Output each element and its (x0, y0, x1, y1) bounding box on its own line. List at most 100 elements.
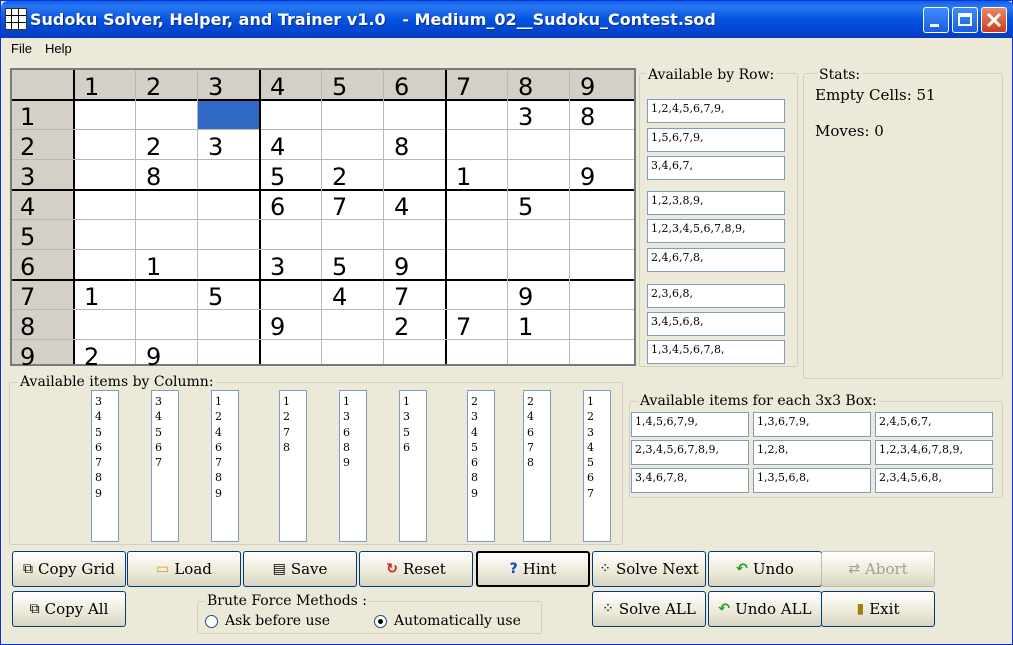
column-header: 7 (456, 73, 472, 101)
available-by-column-label: Available items by Column: (18, 374, 216, 390)
box-available-field[interactable]: 1,4,5,6,7,9, (631, 412, 749, 437)
box-available-field[interactable]: 2,4,5,6,7, (875, 412, 993, 437)
reset-button[interactable]: ↻ Reset (359, 551, 473, 587)
close-icon[interactable] (981, 7, 1007, 33)
column-header: 6 (394, 73, 410, 101)
grid-cell[interactable]: 9 (146, 342, 161, 372)
grid-cell[interactable]: 5 (208, 282, 223, 312)
selected-cell[interactable] (198, 100, 260, 130)
column-available-list[interactable]: 1246789 (211, 390, 239, 542)
grid-cell[interactable]: 9 (518, 282, 533, 312)
automatically-use-radio[interactable]: Automatically use (374, 613, 521, 629)
grid-cell[interactable]: 8 (394, 132, 409, 162)
solve-next-button[interactable]: ⁘ Solve Next (592, 551, 706, 587)
box-available-field[interactable]: 1,3,6,7,9, (753, 412, 871, 437)
grid-cell[interactable]: 4 (270, 132, 285, 162)
column-available-list[interactable]: 34567 (151, 390, 179, 542)
grid-line (569, 70, 570, 364)
column-available-list[interactable]: 1278 (279, 390, 307, 542)
grid-cell[interactable]: 3 (270, 252, 285, 282)
column-available-list[interactable]: 24678 (523, 390, 551, 542)
grid-cell[interactable]: 3 (208, 132, 223, 162)
maximize-icon[interactable] (952, 7, 978, 33)
row-available-field[interactable]: 2,4,6,7,8, (647, 248, 785, 272)
minimize-icon[interactable] (923, 7, 949, 33)
undo-button[interactable]: ↶ Undo (708, 551, 822, 587)
grid-cell[interactable]: 5 (518, 192, 533, 222)
grid-cell[interactable]: 3 (518, 102, 533, 132)
grid-line (12, 189, 634, 191)
grid-cell[interactable]: 7 (332, 192, 347, 222)
title-bar[interactable]: Sudoku Solver, Helper, and Trainer v1.0 … (1, 1, 1013, 38)
grid-cell[interactable]: 7 (456, 312, 471, 342)
box-available-field[interactable]: 1,2,3,4,6,7,8,9, (875, 440, 993, 465)
row-available-field[interactable]: 3,4,5,6,8, (647, 312, 785, 336)
grid-line (135, 70, 136, 364)
grid-cell[interactable]: 2 (146, 132, 161, 162)
grid-cell[interactable]: 7 (394, 282, 409, 312)
grid-cell[interactable]: 5 (270, 162, 285, 192)
menu-help[interactable]: Help (45, 41, 72, 56)
save-button[interactable]: ▤ Save (243, 551, 357, 587)
ask-before-use-radio[interactable]: Ask before use (205, 613, 330, 629)
row-header: 3 (20, 163, 36, 191)
column-available-list[interactable]: 3456789 (91, 390, 119, 542)
grid-cell[interactable]: 1 (146, 252, 161, 282)
grid-cell[interactable]: 4 (332, 282, 347, 312)
solve-all-button[interactable]: ⁘ Solve ALL (592, 591, 706, 627)
grid-cell[interactable]: 2 (332, 162, 347, 192)
open-folder-icon: ▭ (156, 561, 170, 577)
abort-button[interactable]: ⇄ Abort (821, 551, 935, 587)
grid-line (383, 70, 384, 364)
grid-cell[interactable]: 8 (580, 102, 595, 132)
copy-all-button[interactable]: ⧉ Copy All (12, 591, 126, 627)
ask-before-use-label: Ask before use (225, 613, 330, 629)
menu-bar: File Help (1, 38, 1012, 60)
grid-cell[interactable]: 9 (394, 252, 409, 282)
row-available-field[interactable]: 1,3,4,5,6,7,8, (647, 340, 785, 364)
hint-button[interactable]: ? Hint (476, 551, 590, 587)
grid-cell[interactable]: 1 (518, 312, 533, 342)
grid-cell[interactable]: 8 (146, 162, 161, 192)
grid-cell[interactable]: 2 (394, 312, 409, 342)
box-available-field[interactable]: 1,2,8, (753, 440, 871, 465)
box-available-field[interactable]: 2,3,4,5,6,7,8,9, (631, 440, 749, 465)
grid-cell[interactable]: 1 (456, 162, 471, 192)
window-title: Sudoku Solver, Helper, and Trainer v1.0 … (30, 10, 716, 29)
box-available-field[interactable]: 3,4,6,7,8, (631, 468, 749, 493)
grid-cell[interactable]: 6 (270, 192, 285, 222)
row-available-field[interactable]: 3,4,6,7, (647, 156, 785, 180)
grid-line (445, 70, 447, 364)
grid-cell[interactable]: 5 (332, 252, 347, 282)
radio-checked-icon (374, 614, 387, 628)
column-available-list[interactable]: 13689 (339, 390, 367, 542)
row-available-field[interactable]: 1,2,3,4,5,6,7,8,9, (647, 219, 785, 243)
sudoku-app-icon (5, 8, 27, 30)
load-button[interactable]: ▭ Load (127, 551, 241, 587)
exit-label: Exit (869, 600, 900, 618)
grid-cell[interactable]: 9 (270, 312, 285, 342)
copy-grid-button[interactable]: ⧉ Copy Grid (12, 551, 126, 587)
row-available-field[interactable]: 2,3,6,8, (647, 284, 785, 308)
box-available-field[interactable]: 1,3,5,6,8, (753, 468, 871, 493)
grid-cell[interactable]: 9 (580, 162, 595, 192)
grid-cell[interactable]: 1 (84, 282, 99, 312)
grid-line (12, 99, 634, 101)
exit-button[interactable]: ▮ Exit (821, 591, 935, 627)
menu-file[interactable]: File (11, 41, 32, 56)
sudoku-grid[interactable]: 1234567891234567893823488521967451359154… (10, 68, 636, 371)
box-available-field[interactable]: 2,3,4,5,6,8, (875, 468, 993, 493)
column-available-list[interactable]: 2345689 (467, 390, 495, 542)
row-header: 8 (20, 313, 36, 341)
undo-all-button[interactable]: ↶ Undo ALL (708, 591, 822, 627)
row-header: 2 (20, 133, 36, 161)
grid-cell[interactable]: 4 (394, 192, 409, 222)
column-available-list[interactable]: 1356 (399, 390, 427, 542)
grid-cell[interactable]: 2 (84, 342, 99, 372)
column-available-list[interactable]: 1234567 (583, 390, 611, 542)
empty-cells-stat: Empty Cells: 51 (815, 86, 936, 104)
row-available-field[interactable]: 1,2,4,5,6,7,9, (647, 99, 785, 123)
row-available-field[interactable]: 1,2,3,8,9, (647, 191, 785, 215)
row-available-field[interactable]: 1,5,6,7,9, (647, 128, 785, 152)
radio-unchecked-icon (205, 614, 218, 628)
